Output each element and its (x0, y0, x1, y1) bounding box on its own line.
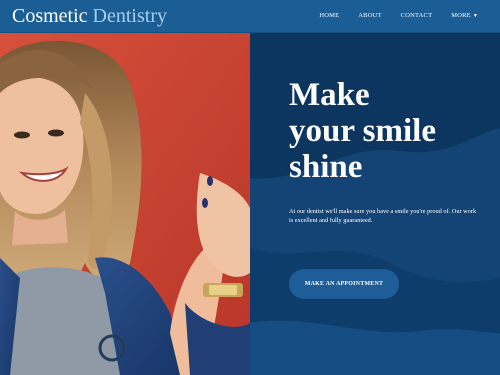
smiling-woman-image (0, 33, 250, 375)
navbar: Cosmetic Dentistry HOME ABOUT CONTACT MO… (0, 0, 500, 33)
make-appointment-button[interactable]: MAKE AN APPOINTMENT (289, 269, 399, 299)
nav-link-more-label: MORE (451, 12, 471, 19)
hero-headline: Make your smile shine (289, 77, 489, 185)
headline-line: shine (289, 149, 363, 185)
brand-name: Cosmetic (12, 5, 88, 27)
caret-down-icon: ▼ (472, 14, 478, 19)
nav-link-contact[interactable]: CONTACT (401, 11, 433, 22)
headline-line: your smile (289, 113, 436, 149)
headline-line: Make (289, 77, 370, 113)
hero-tagline: At our dentist we'll make sure you have … (289, 208, 477, 224)
hero-photo (0, 33, 250, 375)
brand-name-accent: Dentistry (92, 5, 167, 27)
nav-link-home[interactable]: HOME (319, 11, 339, 22)
nav-link-about[interactable]: ABOUT (358, 11, 381, 22)
brand-logo[interactable]: Cosmetic Dentistry (12, 5, 167, 27)
main-nav: HOME ABOUT CONTACT MORE ▼ (300, 11, 478, 22)
nav-link-more[interactable]: MORE ▼ (451, 11, 478, 22)
hero-panel: Make your smile shine At our dentist we'… (250, 33, 500, 375)
